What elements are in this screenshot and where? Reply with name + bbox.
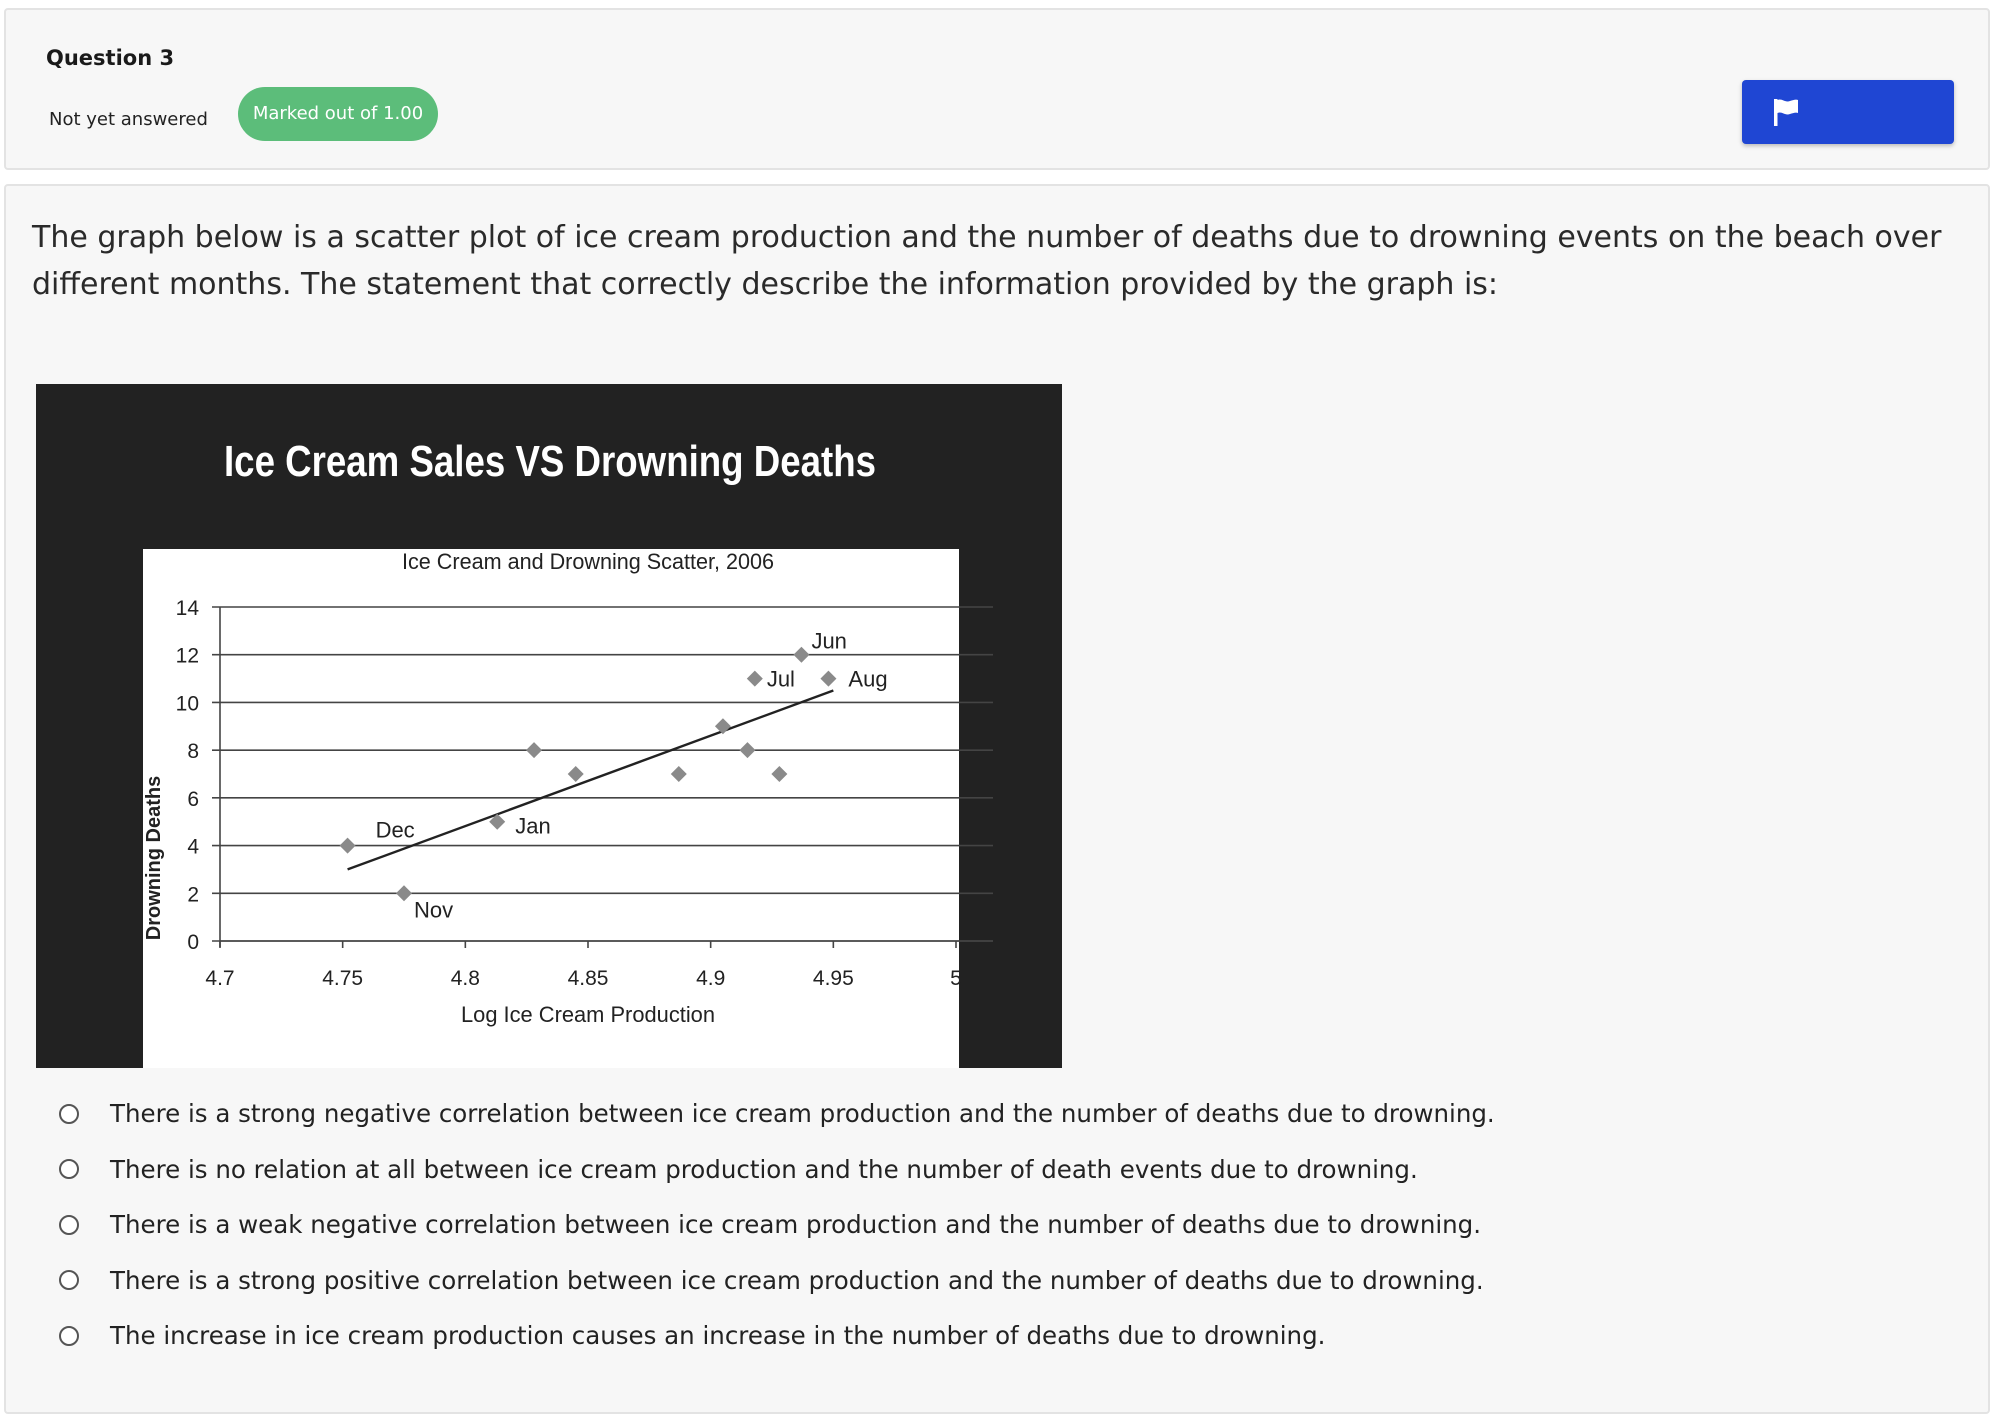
x-tick-label: 4.75 [322,967,363,990]
radio-button[interactable] [59,1214,79,1235]
radio-button[interactable] [59,1103,79,1124]
radio-button[interactable] [59,1159,79,1180]
x-tick-label: 4.85 [568,967,609,990]
answer-options: There is a strong negative correlation b… [50,1086,1950,1364]
question-text: The graph below is a scatter plot of ice… [32,220,1942,302]
question-title: Question 3 [46,46,175,70]
answer-option-4[interactable]: There is a strong positive correlation b… [50,1253,1950,1309]
x-tick-label: 4.8 [451,967,480,990]
point-label: Jan [515,814,550,839]
question-info-card: Question 3 Not yet answered Marked out o… [4,8,1990,170]
y-tick-label: 12 [176,645,199,668]
answer-option-3[interactable]: There is a weak negative correlation bet… [50,1197,1950,1253]
point-label: Aug [848,667,887,692]
radio-button[interactable] [59,1325,79,1346]
y-tick-label: 2 [187,883,199,906]
plot-panel [143,549,959,1068]
point-label: Dec [376,818,415,843]
y-tick-label: 14 [176,597,200,620]
marks-badge: Marked out of 1.00 [238,87,438,141]
y-tick-label: 8 [187,740,199,763]
scatter-chart: Ice Cream Sales VS Drowning Deaths Ice C… [143,437,993,1068]
x-tick-label: 4.9 [696,967,725,990]
chart-figure: Ice Cream Sales VS Drowning Deaths Ice C… [36,384,1062,1068]
x-tick-label: 4.7 [205,967,234,990]
y-axis-label: Drowning Deaths [143,776,165,940]
chart-title: Ice Cream and Drowning Scatter, 2006 [402,549,774,574]
point-label: Jul [767,667,795,692]
y-tick-label: 0 [187,931,199,954]
radio-button[interactable] [59,1270,79,1291]
flag-question-button[interactable] [1742,80,1954,144]
x-axis-label: Log Ice Cream Production [461,1002,715,1027]
answer-label: There is a strong positive correlation b… [110,1265,1484,1295]
question-state: Not yet answered [49,109,208,130]
point-label: Nov [414,897,453,922]
figure-heading: Ice Cream Sales VS Drowning Deaths [224,437,876,486]
x-tick-label: 4.95 [813,967,854,990]
answer-option-5[interactable]: The increase in ice cream production cau… [50,1308,1950,1364]
answer-label: There is a weak negative correlation bet… [110,1210,1482,1240]
flag-icon [1774,99,1798,126]
answer-label: The increase in ice cream production cau… [110,1321,1326,1351]
answer-option-2[interactable]: There is no relation at all between ice … [50,1142,1950,1198]
answer-label: There is a strong negative correlation b… [110,1099,1495,1129]
y-tick-label: 6 [187,788,199,811]
answer-option-1[interactable]: There is a strong negative correlation b… [50,1086,1950,1142]
y-tick-label: 10 [176,692,199,715]
x-tick-label: 5 [950,967,962,990]
y-tick-label: 4 [187,836,199,859]
point-label: Jun [811,629,846,654]
answer-label: There is no relation at all between ice … [110,1154,1418,1184]
